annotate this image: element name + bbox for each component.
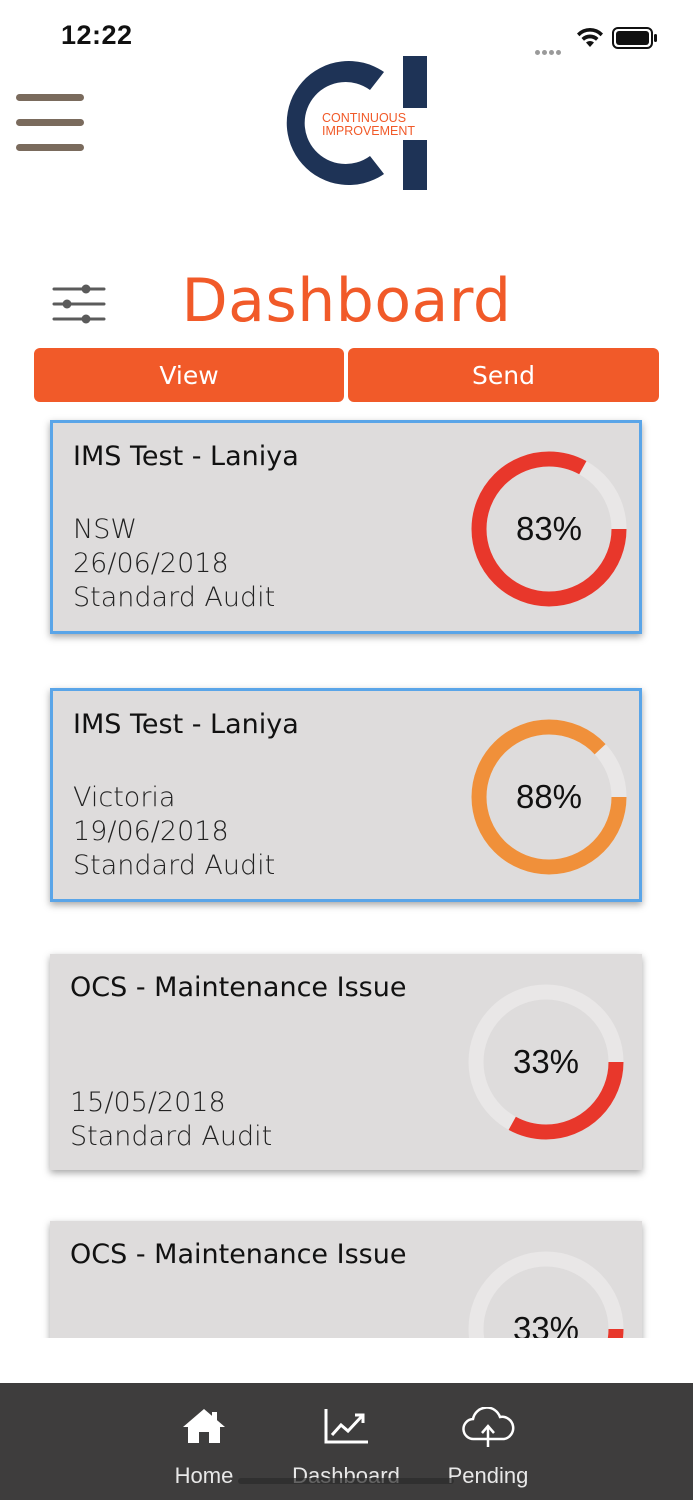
audit-type: Standard Audit xyxy=(73,850,276,881)
audit-card[interactable]: IMS Test - Laniya Victoria 19/06/2018 St… xyxy=(50,688,642,902)
page-title-text: Dashboard xyxy=(181,266,512,336)
tab-home-label: Home xyxy=(174,1463,234,1488)
home-indicator xyxy=(238,1478,454,1484)
logo-line2: IMPROVEMENT xyxy=(322,124,415,138)
chart-icon xyxy=(324,1409,368,1444)
home-icon xyxy=(183,1409,225,1443)
score-label: 33% xyxy=(512,1043,580,1080)
audit-title: IMS Test - Laniya xyxy=(73,709,299,740)
send-button[interactable]: Send xyxy=(348,348,659,402)
audit-title: IMS Test - Laniya xyxy=(73,441,299,472)
audit-card[interactable]: OCS - Maintenance Issue 15/05/2018 Stand… xyxy=(50,954,642,1170)
page-title: Dashboard xyxy=(0,266,693,336)
continuous-improvement-logo: CONTINUOUS IMPROVEMENT xyxy=(286,56,428,190)
cloud-upload-icon xyxy=(462,1407,515,1447)
audit-card[interactable]: OCS - Maintenance Issue 33% xyxy=(50,1221,642,1338)
logo-line1: CONTINUOUS xyxy=(322,111,406,125)
score-label: 88% xyxy=(515,778,583,815)
score-label: 83% xyxy=(515,510,583,547)
audit-title: OCS - Maintenance Issue xyxy=(70,972,407,1003)
audit-type: Standard Audit xyxy=(70,1121,273,1152)
audit-meta: NSW 26/06/2018 Standard Audit xyxy=(73,513,275,615)
audit-location: NSW xyxy=(73,514,138,545)
menu-icon[interactable] xyxy=(16,94,86,156)
score-label: 33% xyxy=(512,1310,580,1338)
audit-date: 26/06/2018 xyxy=(73,548,229,579)
battery-icon xyxy=(612,27,657,49)
tab-dashboard-label: Dashboard xyxy=(292,1463,400,1488)
tab-pending-label: Pending xyxy=(447,1463,529,1488)
audit-meta: Victoria 19/06/2018 Standard Audit xyxy=(73,781,275,883)
wifi-icon xyxy=(577,27,603,47)
audit-title: OCS - Maintenance Issue xyxy=(70,1239,407,1270)
cellular-signal-icon xyxy=(535,40,567,55)
audit-location: Victoria xyxy=(73,782,176,813)
audit-card[interactable]: IMS Test - Laniya NSW 26/06/2018 Standar… xyxy=(50,420,642,634)
audit-date: 15/05/2018 xyxy=(70,1087,226,1118)
view-button[interactable]: View xyxy=(34,348,344,402)
audit-meta: 15/05/2018 Standard Audit xyxy=(70,1086,272,1154)
audit-date: 19/06/2018 xyxy=(73,816,229,847)
audit-list[interactable]: IMS Test - Laniya NSW 26/06/2018 Standar… xyxy=(0,404,693,1338)
audit-type: Standard Audit xyxy=(73,582,276,613)
status-time: 12:22 xyxy=(61,20,133,50)
